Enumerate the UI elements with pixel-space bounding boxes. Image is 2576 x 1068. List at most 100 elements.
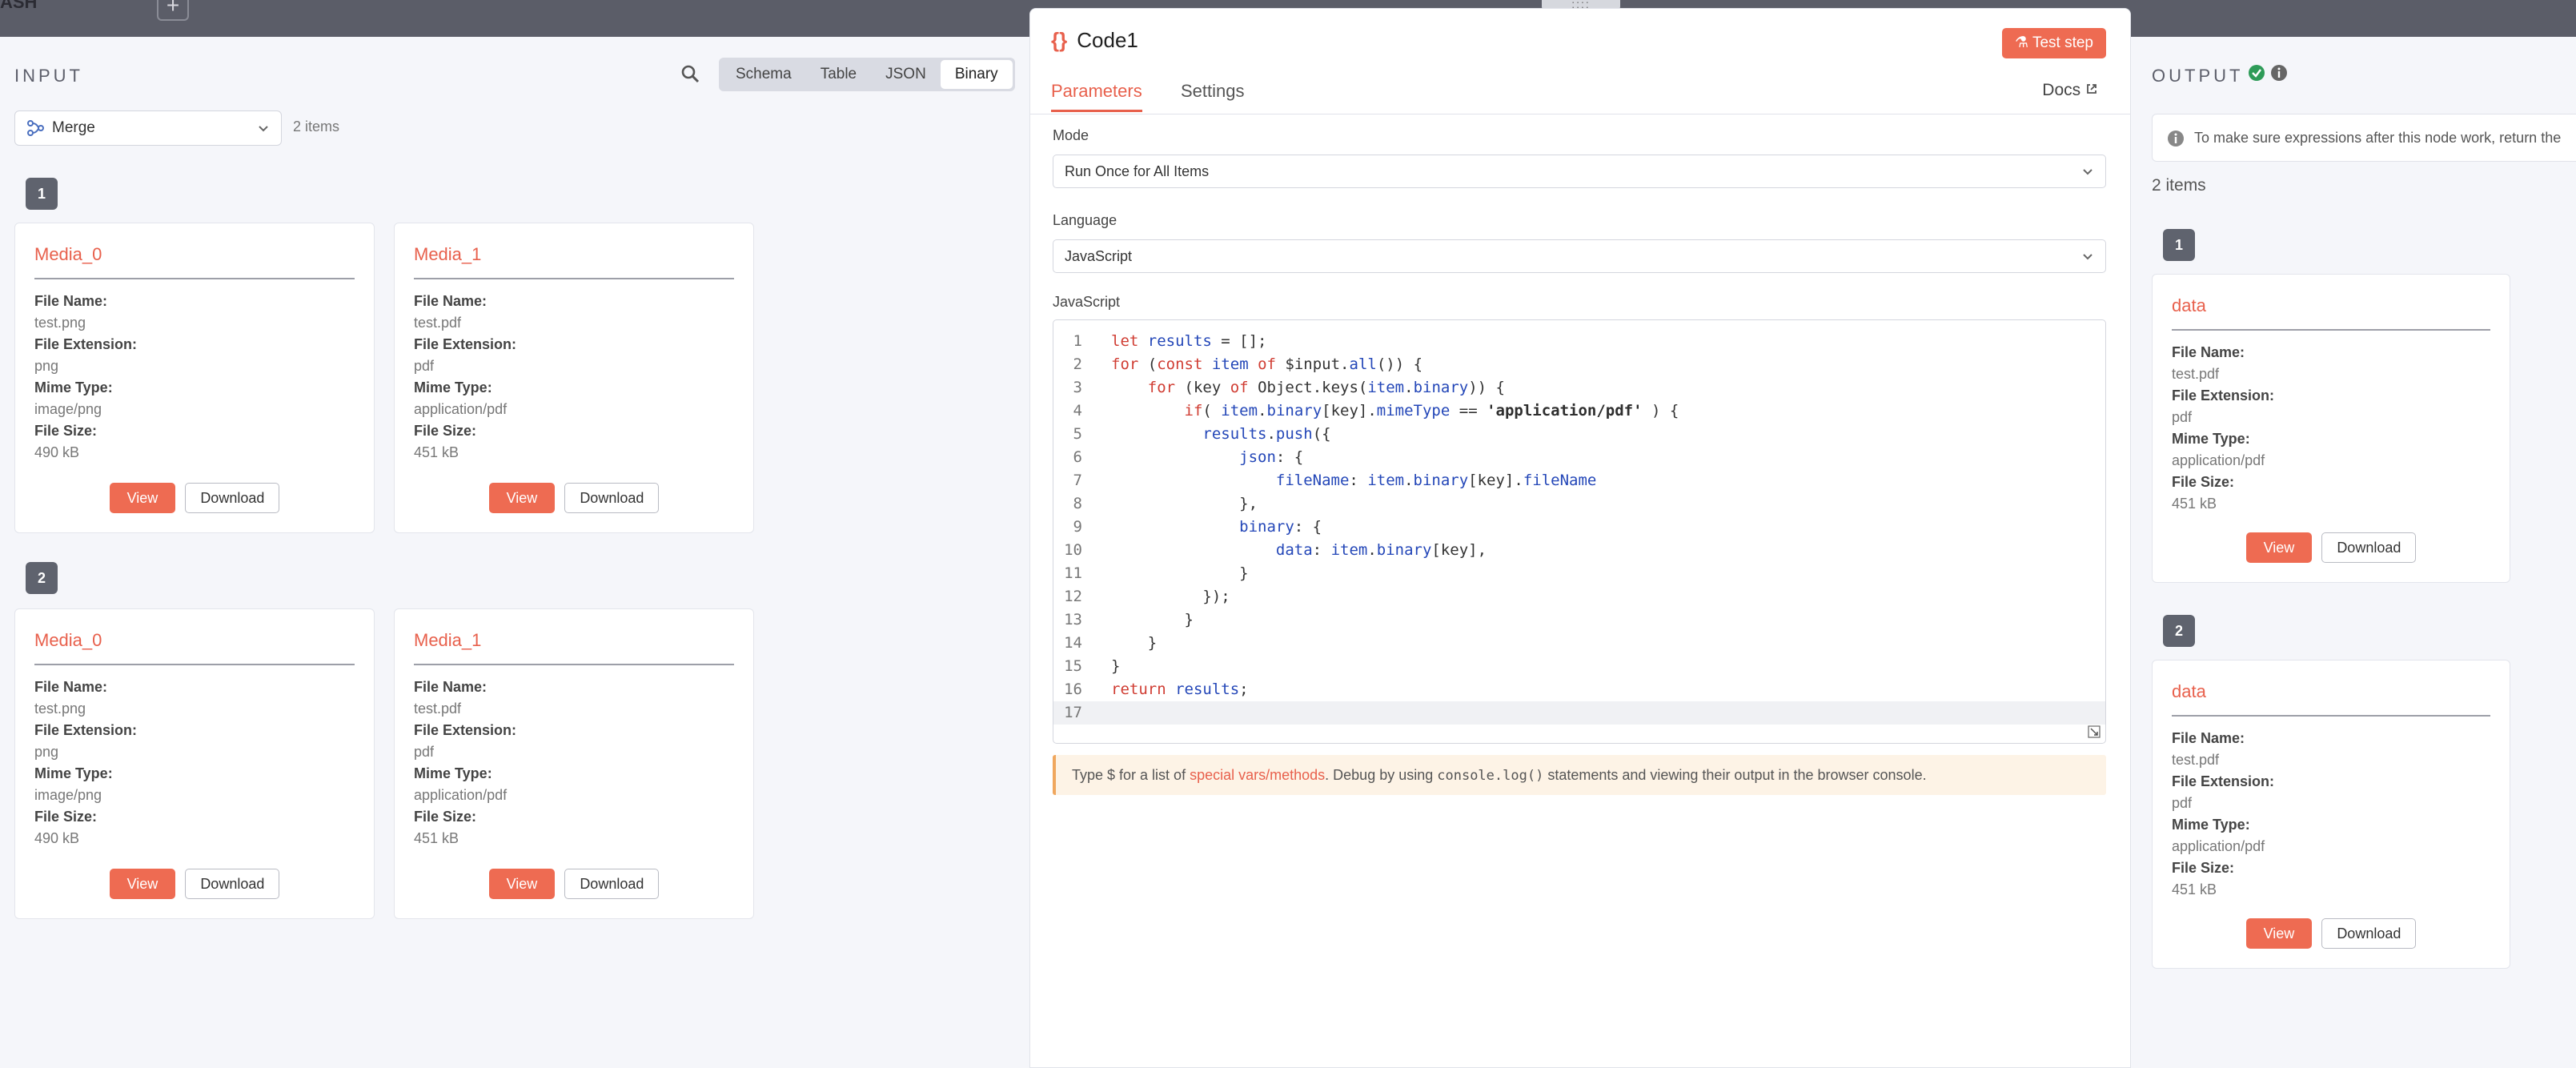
code-text: }); bbox=[1111, 588, 1230, 605]
code-line[interactable]: 16 return results; bbox=[1053, 678, 2105, 701]
download-button[interactable]: Download bbox=[185, 869, 280, 899]
resize-icon[interactable] bbox=[2088, 725, 2101, 738]
code-text: for (key of Object.keys(item.binary)) { bbox=[1147, 379, 1505, 396]
code-text: data: item.binary[key], bbox=[1275, 541, 1487, 559]
code-line[interactable]: 1 let results = []; bbox=[1053, 330, 2105, 353]
code-text: } bbox=[1111, 611, 1194, 628]
download-button[interactable]: Download bbox=[185, 483, 280, 513]
tab-schema[interactable]: Schema bbox=[721, 60, 806, 89]
code-line[interactable]: 13 } bbox=[1053, 608, 2105, 632]
line-number: 6 bbox=[1073, 448, 1082, 466]
file-name-label: File Name: bbox=[414, 679, 488, 695]
line-number: 4 bbox=[1073, 402, 1082, 420]
file-ext-label: File Extension: bbox=[2172, 387, 2275, 404]
language-select[interactable]: JavaScript bbox=[1053, 239, 2106, 273]
view-button[interactable]: View bbox=[488, 483, 556, 513]
mime-value: image/png bbox=[34, 401, 102, 417]
tab-binary[interactable]: Binary bbox=[940, 60, 1013, 89]
code-line[interactable]: 14 } bbox=[1053, 632, 2105, 655]
add-tab-button[interactable]: + bbox=[157, 0, 189, 21]
code-line[interactable]: 8 }, bbox=[1053, 492, 2105, 516]
code-line[interactable]: 6 json: { bbox=[1053, 446, 2105, 469]
size-value: 451 kB bbox=[2172, 881, 2217, 897]
input-node-select-value: Merge bbox=[52, 119, 95, 136]
code-line[interactable]: 7 fileName: item.binary[key].fileName bbox=[1053, 469, 2105, 492]
code-line[interactable]: 15} bbox=[1053, 655, 2105, 678]
file-name-label: File Name: bbox=[414, 293, 488, 309]
file-name-value: test.pdf bbox=[414, 315, 462, 331]
input-node-select[interactable]: Merge bbox=[14, 110, 282, 146]
search-icon[interactable] bbox=[680, 64, 700, 83]
download-button[interactable]: Download bbox=[564, 483, 660, 513]
file-ext-label: File Extension: bbox=[414, 336, 517, 352]
mime-label: Mime Type: bbox=[414, 765, 492, 781]
size-label: File Size: bbox=[2172, 474, 2235, 490]
mime-label: Mime Type: bbox=[34, 765, 113, 781]
mime-value: application/pdf bbox=[2172, 838, 2265, 854]
code-line[interactable]: 12 }); bbox=[1053, 585, 2105, 608]
hint-text: Type $ for a list of bbox=[1072, 767, 1190, 783]
callout-text: To make sure expressions after this node… bbox=[2194, 130, 2562, 146]
display-mode-switch: Schema Table JSON Binary bbox=[719, 58, 1015, 91]
download-button[interactable]: Download bbox=[2321, 918, 2417, 949]
run-badge: 1 bbox=[26, 178, 58, 210]
editor-label: JavaScript bbox=[1053, 294, 1121, 310]
download-button[interactable]: Download bbox=[564, 869, 660, 899]
download-button[interactable]: Download bbox=[2321, 532, 2417, 563]
file-name-value: test.pdf bbox=[2172, 366, 2220, 382]
line-number: 5 bbox=[1073, 425, 1082, 443]
code-text: } bbox=[1111, 564, 1249, 582]
code-line[interactable]: 3 for (key of Object.keys(item.binary)) … bbox=[1053, 376, 2105, 399]
line-number: 10 bbox=[1064, 541, 1082, 559]
code-editor[interactable]: 17 16 return results; 15} 14 } 13 } 12 }); 11 }… bbox=[1053, 319, 2106, 744]
view-button[interactable]: View bbox=[2245, 918, 2313, 949]
chevron-down-icon bbox=[2083, 254, 2092, 260]
workflow-crumb[interactable]: ASH bbox=[0, 0, 37, 13]
code-line[interactable]: 5 results.push({ bbox=[1053, 423, 2105, 446]
view-button[interactable]: View bbox=[488, 869, 556, 899]
code-line[interactable]: 17 bbox=[1053, 701, 2105, 725]
mode-select[interactable]: Run Once for All Items bbox=[1053, 155, 2106, 188]
size-label: File Size: bbox=[2172, 860, 2235, 876]
mode-label: Mode bbox=[1053, 127, 1089, 143]
line-number: 17 bbox=[1064, 704, 1082, 721]
binary-name: Media_1 bbox=[414, 630, 482, 650]
code-line[interactable]: 9 binary: { bbox=[1053, 516, 2105, 539]
line-number: 15 bbox=[1064, 657, 1082, 675]
output-panel: OUTPUT To make sure expressions after th… bbox=[2131, 37, 2576, 1068]
code-line[interactable]: 4 if( item.binary[key].mimeType == 'appl… bbox=[1053, 399, 2105, 423]
tab-parameters[interactable]: Parameters bbox=[1051, 81, 1142, 112]
info-icon bbox=[2168, 130, 2184, 147]
test-step-button[interactable]: ⚗ Test step bbox=[2001, 28, 2106, 58]
tab-settings[interactable]: Settings bbox=[1181, 81, 1245, 110]
info-icon[interactable] bbox=[2270, 64, 2288, 82]
tab-json[interactable]: JSON bbox=[871, 60, 941, 89]
node-name[interactable]: Code1 bbox=[1077, 28, 1138, 53]
code-line[interactable]: 10 data: item.binary[key], bbox=[1053, 539, 2105, 562]
size-label: File Size: bbox=[414, 423, 477, 439]
tab-table[interactable]: Table bbox=[806, 60, 871, 89]
line-number: 16 bbox=[1064, 681, 1082, 698]
docs-link[interactable]: Docs bbox=[2042, 81, 2098, 100]
run-badge: 2 bbox=[26, 562, 58, 594]
size-value: 451 kB bbox=[414, 830, 459, 846]
file-name-value: test.png bbox=[34, 315, 86, 331]
divider bbox=[414, 278, 734, 279]
view-button[interactable]: View bbox=[2245, 532, 2313, 563]
code-line[interactable]: 2 for (const item of $input.all()) { bbox=[1053, 353, 2105, 376]
hint-text: statements and viewing their output in t… bbox=[1543, 767, 1927, 783]
view-button[interactable]: View bbox=[109, 483, 176, 513]
divider bbox=[34, 664, 355, 665]
code-text: }, bbox=[1111, 495, 1258, 512]
file-ext-value: pdf bbox=[414, 744, 435, 760]
mime-label: Mime Type: bbox=[2172, 817, 2250, 833]
binary-card: Media_1 File Name: test.pdf File Extensi… bbox=[394, 223, 754, 533]
file-name-value: test.png bbox=[34, 701, 86, 717]
size-value: 490 kB bbox=[34, 444, 80, 460]
hint-text: . Debug by using bbox=[1325, 767, 1438, 783]
view-button[interactable]: View bbox=[109, 869, 176, 899]
mime-value: application/pdf bbox=[414, 787, 508, 803]
code-text: } bbox=[1111, 634, 1158, 652]
code-line[interactable]: 11 } bbox=[1053, 562, 2105, 585]
special-vars-link[interactable]: special vars/methods bbox=[1190, 767, 1325, 783]
